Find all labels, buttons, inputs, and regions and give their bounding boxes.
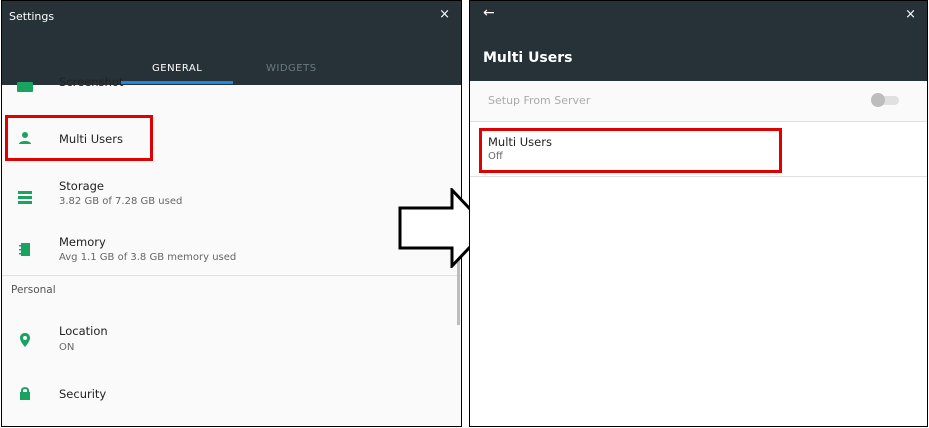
multi-users-toolbar: ← × Multi Users — [470, 1, 927, 81]
list-item-storage[interactable]: Storage 3.82 GB of 7.28 GB used — [2, 175, 461, 217]
screenshot-icon — [17, 77, 33, 92]
setup-from-server-row: Setup From Server — [470, 81, 927, 121]
highlight-box-multi-users-setting — [479, 128, 782, 173]
tab-general[interactable]: GENERAL — [152, 63, 202, 74]
memory-icon — [17, 241, 33, 257]
list-item-subtitle: Avg 1.1 GB of 3.8 GB memory used — [59, 252, 237, 263]
setup-from-server-label: Setup From Server — [488, 94, 591, 107]
list-item-label: Location — [59, 324, 108, 338]
settings-window: Settings × GENERAL WIDGETS Screenshot Mu… — [1, 0, 462, 427]
settings-toolbar: Settings × GENERAL WIDGETS — [2, 1, 461, 85]
list-item-label: Screenshot — [59, 75, 124, 89]
settings-title: Settings — [9, 10, 55, 23]
list-item-subtitle: 3.82 GB of 7.28 GB used — [59, 196, 183, 207]
close-icon[interactable]: × — [439, 7, 450, 22]
tab-widgets[interactable]: WIDGETS — [266, 63, 317, 74]
section-divider — [2, 275, 461, 276]
lock-icon — [17, 385, 33, 401]
highlight-box-multi-users — [5, 115, 153, 161]
section-header-personal: Personal — [11, 284, 56, 296]
list-item-location[interactable]: Location ON — [2, 317, 461, 359]
location-pin-icon — [17, 332, 33, 348]
list-item-label: Security — [59, 387, 107, 401]
setup-toggle-thumb[interactable] — [871, 93, 885, 107]
list-item-label: Storage — [59, 179, 104, 193]
list-item-label: Memory — [59, 235, 106, 249]
close-icon[interactable]: × — [905, 7, 916, 22]
list-item-security[interactable]: Security — [2, 375, 461, 415]
list-item-screenshot[interactable]: Screenshot — [2, 75, 461, 97]
row-divider — [470, 176, 927, 177]
back-arrow-icon[interactable]: ← — [483, 5, 495, 21]
multi-users-window: ← × Multi Users Setup From Server Multi … — [469, 0, 928, 427]
storage-icon — [17, 189, 33, 205]
list-item-memory[interactable]: Memory Avg 1.1 GB of 3.8 GB memory used — [2, 227, 461, 269]
page-title: Multi Users — [483, 50, 573, 66]
list-item-subtitle: ON — [59, 342, 75, 353]
